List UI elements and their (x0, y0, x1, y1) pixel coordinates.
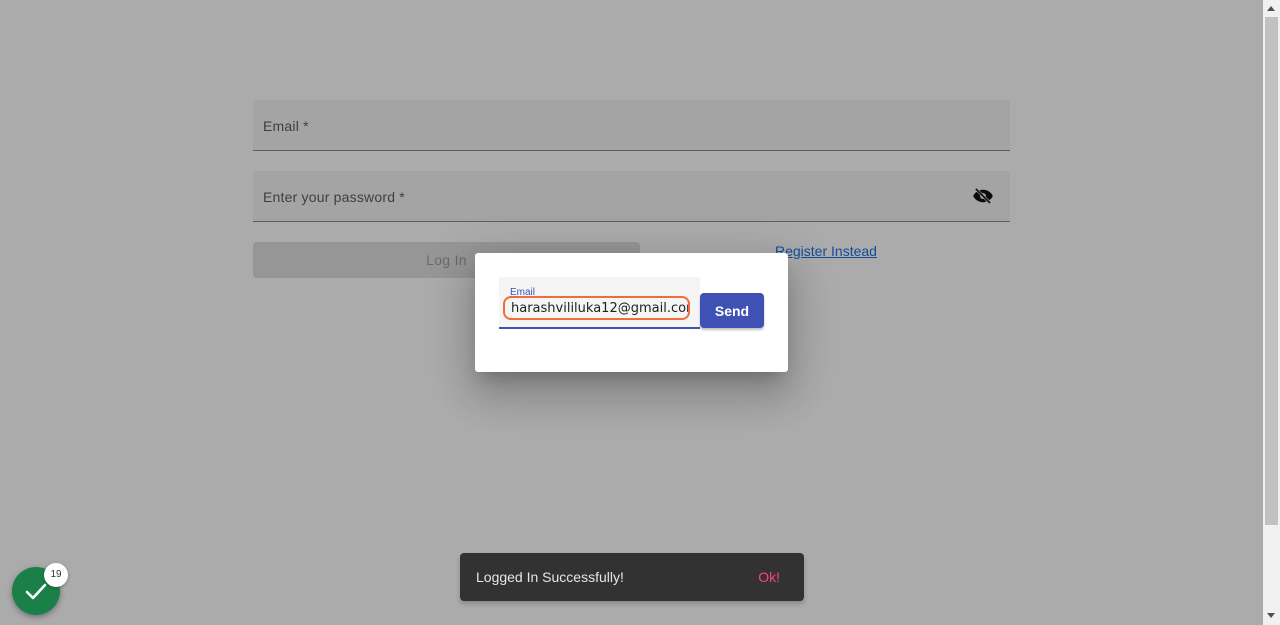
reset-password-dialog: Email Send (475, 253, 788, 372)
snackbar-message: Logged In Successfully! (476, 569, 624, 585)
checkmark-icon (25, 583, 47, 600)
snackbar-ok-button[interactable]: Ok! (758, 569, 780, 585)
notification-count-badge: 19 (44, 563, 68, 587)
send-button[interactable]: Send (700, 293, 764, 328)
scroll-down-arrow-icon[interactable] (1267, 613, 1275, 618)
dialog-email-field[interactable]: Email (499, 277, 700, 329)
vertical-scrollbar[interactable] (1263, 0, 1280, 625)
scroll-up-arrow-icon[interactable] (1267, 6, 1275, 11)
dialog-email-input[interactable] (503, 296, 690, 320)
scrollbar-thumb[interactable] (1265, 17, 1278, 525)
snackbar: Logged In Successfully! Ok! (460, 553, 804, 601)
